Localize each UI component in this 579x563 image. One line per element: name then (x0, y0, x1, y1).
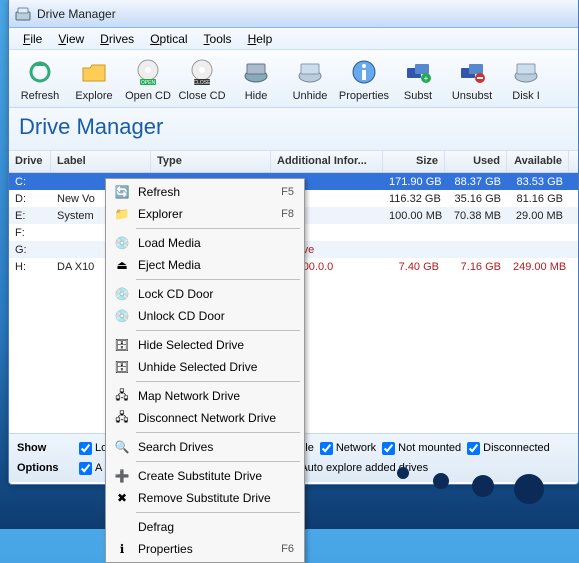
menu-optical[interactable]: Optical (142, 30, 195, 48)
opencd-button[interactable]: OPENOpen CD (121, 56, 175, 102)
ctx-hide-drive[interactable]: 🗄Hide Selected Drive (108, 334, 302, 356)
unsubst-button[interactable]: Unsubst (445, 56, 499, 102)
subst-button[interactable]: +Subst (391, 56, 445, 102)
diski-button[interactable]: Disk I (499, 56, 553, 102)
properties-button[interactable]: Properties (337, 56, 391, 102)
properties-icon: ℹ (112, 541, 132, 557)
window-title: Drive Manager (37, 7, 116, 21)
unsubst-icon: ✖ (112, 490, 132, 506)
explore-button[interactable]: Explore (67, 56, 121, 102)
lock-icon: 💿 (112, 286, 132, 302)
col-drive[interactable]: Drive (9, 151, 51, 172)
ctx-refresh[interactable]: 🔄RefreshF5 (108, 181, 302, 203)
refresh-icon (24, 56, 56, 88)
ctx-unhide-drive[interactable]: 🗄Unhide Selected Drive (108, 356, 302, 378)
svg-text:OPEN: OPEN (141, 80, 156, 86)
disconnect-icon: 🖧 (112, 410, 132, 426)
ctx-load-media[interactable]: 💿Load Media (108, 232, 302, 254)
toolbar: Refresh Explore OPENOpen CD CLOSEClose C… (9, 50, 578, 108)
context-menu: 🔄RefreshF5 📁ExplorerF8 💿Load Media ⏏Ejec… (105, 178, 305, 563)
svg-text:CLOSE: CLOSE (194, 80, 212, 86)
col-label[interactable]: Label (51, 151, 151, 172)
col-avail[interactable]: Available (507, 151, 569, 172)
ctx-eject-media[interactable]: ⏏Eject Media (108, 254, 302, 276)
unsubst-icon (456, 56, 488, 88)
explorer-icon: 📁 (112, 206, 132, 222)
ctx-explorer[interactable]: 📁ExplorerF8 (108, 203, 302, 225)
explore-icon (78, 56, 110, 88)
unhide-drive-icon: 🗄 (112, 359, 132, 375)
ctx-lock-cd[interactable]: 💿Lock CD Door (108, 283, 302, 305)
menu-file[interactable]: File (15, 30, 50, 48)
closecd-icon: CLOSE (186, 56, 218, 88)
menubar: File View Drives Optical Tools Help (9, 28, 578, 50)
ctx-unlock-cd[interactable]: 💿Unlock CD Door (108, 305, 302, 327)
unlock-icon: 💿 (112, 308, 132, 324)
unhide-icon (294, 56, 326, 88)
ctx-create-substitute[interactable]: ➕Create Substitute Drive (108, 465, 302, 487)
subst-icon: + (402, 56, 434, 88)
cd-icon: 💿 (112, 235, 132, 251)
unhide-button[interactable]: Unhide (283, 56, 337, 102)
hide-icon (240, 56, 272, 88)
ctx-remove-substitute[interactable]: ✖Remove Substitute Drive (108, 487, 302, 509)
menu-view[interactable]: View (50, 30, 92, 48)
diski-icon (510, 56, 542, 88)
ctx-search-drives[interactable]: 🔍Search Drives (108, 436, 302, 458)
closecd-button[interactable]: CLOSEClose CD (175, 56, 229, 102)
titlebar[interactable]: Drive Manager (9, 0, 578, 28)
wallpaper-dots (329, 439, 579, 559)
hide-drive-icon: 🗄 (112, 337, 132, 353)
ctx-defrag[interactable]: Defrag (108, 516, 302, 538)
col-size[interactable]: Size (383, 151, 445, 172)
eject-icon: ⏏ (112, 257, 132, 273)
options-label: Options (17, 462, 73, 474)
menu-drives[interactable]: Drives (92, 30, 142, 48)
grid-header: Drive Label Type Additional Infor... Siz… (9, 151, 578, 173)
hide-button[interactable]: Hide (229, 56, 283, 102)
svg-text:+: + (424, 74, 429, 83)
refresh-icon: 🔄 (112, 184, 132, 200)
refresh-button[interactable]: Refresh (13, 56, 67, 102)
col-info[interactable]: Additional Infor... (271, 151, 383, 172)
search-icon: 🔍 (112, 439, 132, 455)
app-icon (15, 6, 31, 22)
show-label: Show (17, 442, 73, 454)
ctx-properties[interactable]: ℹPropertiesF6 (108, 538, 302, 560)
show-local-checkbox[interactable]: Lo (79, 442, 107, 455)
col-type[interactable]: Type (151, 151, 271, 172)
opencd-icon: OPEN (132, 56, 164, 88)
ctx-disconnect-network[interactable]: 🖧Disconnect Network Drive (108, 407, 302, 429)
subst-icon: ➕ (112, 468, 132, 484)
properties-icon (348, 56, 380, 88)
col-used[interactable]: Used (445, 151, 507, 172)
page-title: Drive Manager (9, 108, 578, 151)
menu-help[interactable]: Help (240, 30, 281, 48)
options-a-checkbox[interactable]: A (79, 462, 102, 475)
ctx-map-network[interactable]: 🖧Map Network Drive (108, 385, 302, 407)
menu-tools[interactable]: Tools (196, 30, 240, 48)
network-icon: 🖧 (112, 388, 132, 404)
